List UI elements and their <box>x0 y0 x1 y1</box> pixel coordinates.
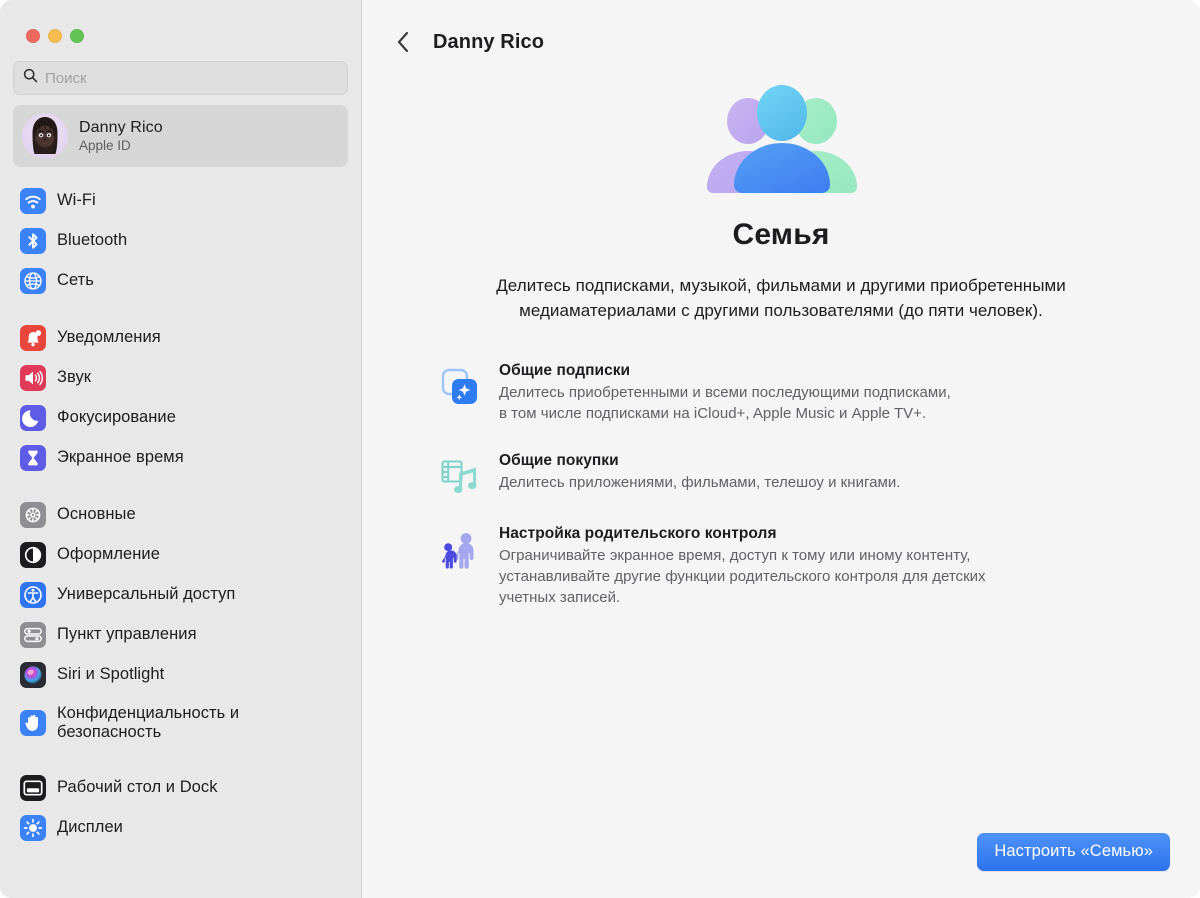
sidebar-item-рабочий-стол-и-dock[interactable]: Рабочий стол и Dock <box>13 768 348 808</box>
sidebar-item-пункт-управления[interactable]: Пункт управления <box>13 615 348 655</box>
page-title: Danny Rico <box>433 30 545 53</box>
sidebar: Danny Rico Apple ID Wi-Fi Bluetooth Сеть Ув… <box>0 0 362 898</box>
sidebar-item-универсальный-доступ[interactable]: Универсальный доступ <box>13 575 348 615</box>
feature-title: Общие покупки <box>499 451 619 469</box>
setup-family-button[interactable]: Настроить «Семью» <box>977 833 1170 871</box>
feature-text: Общие покупки Делитесь приложениями, филь… <box>499 452 900 493</box>
sidebar-item-label: Пункт управления <box>57 625 197 644</box>
feature-description: Делитесь приобретенными и всеми последую… <box>499 383 951 423</box>
feature-title: Настройка родительского контроля <box>499 524 777 542</box>
hero-heading: Семья <box>732 218 830 251</box>
sidebar-item-label: Фокусирование <box>57 408 176 427</box>
sidebar-item-label: Универсальный доступ <box>57 585 236 604</box>
feature-text: Общие подписки Делитесь приобретенными и … <box>499 362 951 425</box>
sidebar-item-apple-id[interactable]: Danny Rico Apple ID <box>13 105 348 167</box>
sidebar-item-оформление[interactable]: Оформление <box>13 535 348 575</box>
feature-text: Настройка родительского контроля Ограничи… <box>499 525 986 609</box>
feature-list: Общие подписки Делитесь приобретенными и … <box>362 362 1200 608</box>
sidebar-group: Wi-Fi Bluetooth Сеть <box>13 181 348 301</box>
sidebar-item-звук[interactable]: Звук <box>13 358 348 398</box>
sidebar-item-label: Звук <box>57 368 92 387</box>
sidebar-item-label: Сеть <box>57 271 94 290</box>
search-field[interactable] <box>13 61 348 95</box>
account-subtitle: Apple ID <box>79 138 131 153</box>
accessibility-icon <box>20 582 46 608</box>
parental-controls-icon <box>438 525 482 571</box>
displays-brightness-icon <box>20 815 46 841</box>
back-chevron-icon <box>397 31 409 53</box>
sidebar-item-siri-и-spotlight[interactable]: Siri и Spotlight <box>13 655 348 695</box>
siri-icon <box>20 662 46 688</box>
feature-description: Ограничивайте экранное время, доступ к т… <box>499 546 986 607</box>
sidebar-item-label: Конфиденциальность и безопасность <box>57 703 240 741</box>
sidebar-item-bluetooth[interactable]: Bluetooth <box>13 221 348 261</box>
sidebar-item-уведомления[interactable]: Уведомления <box>13 318 348 358</box>
shared-subscriptions-icon <box>438 362 482 408</box>
wifi-icon <box>20 188 46 214</box>
control-center-icon <box>20 622 46 648</box>
sidebar-item-label: Рабочий стол и Dock <box>57 778 218 797</box>
network-globe-icon <box>20 268 46 294</box>
sidebar-item-label: Дисплеи <box>57 818 123 837</box>
close-window-button[interactable] <box>26 29 40 43</box>
sidebar-item-конфиденциальность-и-безопасность[interactable]: Конфиденциальность и безопасность <box>13 695 348 751</box>
bluetooth-icon <box>20 228 46 254</box>
search-input[interactable] <box>45 69 338 87</box>
sidebar-group-separator <box>13 751 348 768</box>
feature-description: Делитесь приложениями, фильмами, телешоу… <box>499 473 901 491</box>
shared-purchases-icon <box>438 452 482 498</box>
sidebar-group: Основные Оформление Универсальный доступ Пу… <box>13 495 348 751</box>
footer-actions: Настроить «Семью» <box>977 833 1170 871</box>
sidebar-item-label: Основные <box>57 505 136 524</box>
back-button[interactable] <box>390 29 416 55</box>
screen-time-hourglass-icon <box>20 445 46 471</box>
sidebar-item-экранное-время[interactable]: Экранное время <box>13 438 348 478</box>
appearance-contrast-icon <box>20 542 46 568</box>
general-gear-icon <box>20 502 46 528</box>
sound-speaker-icon <box>20 365 46 391</box>
search-icon <box>23 68 38 88</box>
family-group-icon <box>707 85 857 193</box>
sidebar-nav: Wi-Fi Bluetooth Сеть Уведомления Звук Фокусир… <box>0 181 361 848</box>
sidebar-item-основные[interactable]: Основные <box>13 495 348 535</box>
maximize-window-button[interactable] <box>70 29 84 43</box>
sidebar-item-label: Wi-Fi <box>57 191 96 210</box>
hero-section: Семья Делитесь подписками, музыкой, филь… <box>362 62 1200 324</box>
feature-item: Общие подписки Делитесь приобретенными и … <box>438 362 1140 425</box>
sidebar-item-label: Оформление <box>57 545 160 564</box>
content-header: Danny Rico <box>362 0 1200 62</box>
sidebar-item-сеть[interactable]: Сеть <box>13 261 348 301</box>
feature-item: Настройка родительского контроля Ограничи… <box>438 525 1140 609</box>
account-name: Danny Rico <box>79 119 163 136</box>
sidebar-group-separator <box>13 478 348 495</box>
avatar <box>22 113 68 159</box>
sidebar-item-дисплеи[interactable]: Дисплеи <box>13 808 348 848</box>
sidebar-item-label: Уведомления <box>57 328 161 347</box>
content-pane: Danny Rico Семья Делитесь подписками, му… <box>362 0 1200 898</box>
desktop-dock-icon <box>20 775 46 801</box>
hero-description: Делитесь подписками, музыкой, фильмами и… <box>496 276 1066 320</box>
notifications-bell-icon <box>20 325 46 351</box>
system-settings-window: Danny Rico Apple ID Wi-Fi Bluetooth Сеть Ув… <box>0 0 1200 898</box>
privacy-hand-icon <box>20 710 46 736</box>
feature-item: Общие покупки Делитесь приложениями, филь… <box>438 452 1140 498</box>
sidebar-item-label: Экранное время <box>57 448 184 467</box>
sidebar-group-separator <box>13 301 348 318</box>
sidebar-item-wi-fi[interactable]: Wi-Fi <box>13 181 348 221</box>
sidebar-group: Рабочий стол и Dock Дисплеи <box>13 768 348 848</box>
focus-moon-icon <box>20 405 46 431</box>
sidebar-item-label: Bluetooth <box>57 231 128 250</box>
sidebar-item-фокусирование[interactable]: Фокусирование <box>13 398 348 438</box>
sidebar-item-label: Siri и Spotlight <box>57 665 165 684</box>
feature-title: Общие подписки <box>499 361 631 379</box>
minimize-window-button[interactable] <box>48 29 62 43</box>
sidebar-group: Уведомления Звук Фокусирование Экранное вре… <box>13 318 348 478</box>
window-controls <box>0 0 361 43</box>
